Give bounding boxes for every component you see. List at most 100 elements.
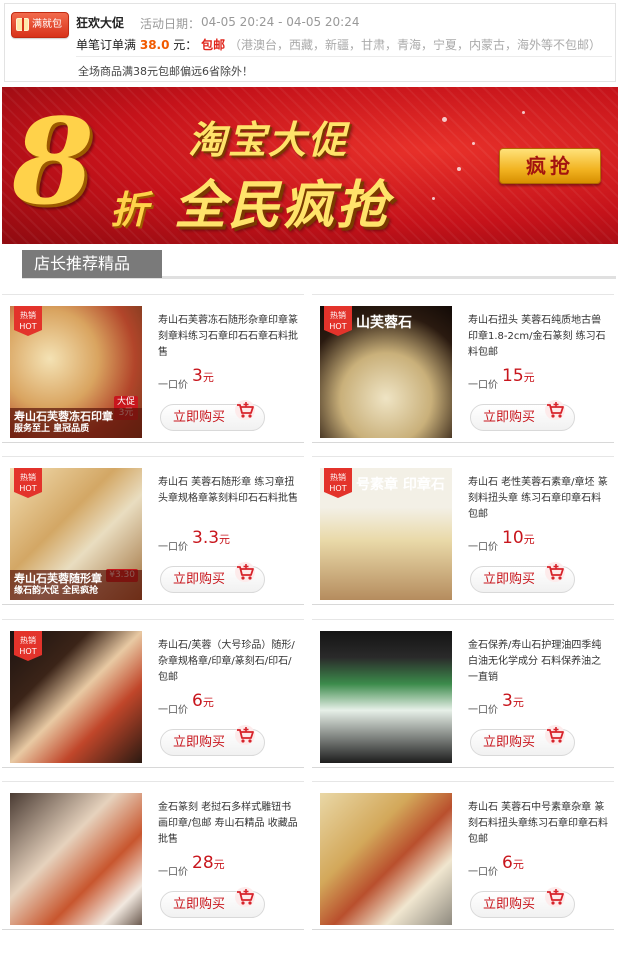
card-divider [2, 767, 304, 768]
price-unit: 元 [202, 696, 214, 709]
product-image[interactable]: 热销 HOT 山芙蓉石 [320, 306, 452, 438]
product-image[interactable]: 热销 HOT ¥3.30 寿山石芙蓉随形章 缘石韵大促 全民疯抢 [10, 468, 142, 600]
cart-icon [545, 887, 565, 907]
promo-rule-prefix: 单笔订单满 [76, 38, 137, 52]
buy-now-button[interactable]: 立即购买 [470, 725, 575, 756]
hot-badge-cn: 热销 [20, 473, 36, 482]
banner-headline: 淘宝大促 [188, 118, 349, 162]
buy-now-button[interactable]: 立即购买 [160, 887, 265, 918]
card-divider [2, 442, 304, 443]
product-card: 热销 HOT 号素章 印章石 寿山石 老性芙蓉石素章/章坯 篆刻料扭头章 练习石… [312, 456, 614, 606]
promo-date: 04-05 20:24 - 04-05 20:24 [201, 15, 360, 29]
thumb-price-tag-line1: 大促 [116, 397, 135, 407]
hot-badge-cn: 热销 [330, 473, 346, 482]
sparkle-icon [432, 197, 435, 200]
hot-badge-icon: 热销 HOT [14, 631, 42, 661]
buy-now-button[interactable]: 立即购买 [470, 562, 575, 593]
thumb-caption: 寿山石芙蓉随形章 缘石韵大促 全民疯抢 [10, 570, 142, 600]
price-label: 一口价 [468, 380, 498, 391]
sparkle-icon [442, 117, 447, 122]
buy-now-label: 立即购买 [483, 572, 536, 587]
cart-icon [545, 562, 565, 582]
product-card: 金石篆刻 老挝石多样式雕钮书画印章/包邮 寿山石精品 收藏品批售 一口价 28元… [2, 781, 304, 931]
sale-banner[interactable]: 8 折 淘宝大促 全民疯抢 疯抢 [2, 87, 618, 244]
card-divider [312, 929, 614, 930]
price-label: 一口价 [468, 867, 498, 878]
promo-title: 狂欢大促 [76, 16, 125, 30]
hot-badge-en: HOT [19, 484, 37, 493]
card-divider [2, 294, 304, 295]
product-title[interactable]: 金石保养/寿山石护理油四季纯白油无化学成分 石料保养油之一直销 [468, 638, 608, 686]
gift-icon [16, 18, 29, 31]
thumb-caption-line1: 寿山石芙蓉冻石印章 [14, 410, 113, 423]
buy-now-label: 立即购买 [173, 897, 226, 912]
product-title[interactable]: 寿山石芙蓉冻石随形杂章印章篆刻章料练习石章印石石章石料批售 [158, 313, 298, 361]
price-amount: 6 [502, 853, 513, 873]
price-value: 6元 [192, 691, 214, 711]
hot-badge-icon: 热销 HOT [14, 306, 42, 336]
card-divider [312, 456, 614, 457]
product-title[interactable]: 金石篆刻 老挝石多样式雕钮书画印章/包邮 寿山石精品 收藏品批售 [158, 800, 298, 848]
product-title[interactable]: 寿山石扭头 芙蓉石纯质地古兽印章1.8-2cm/金石篆刻 练习石料包邮 [468, 313, 608, 361]
hot-badge-en: HOT [329, 484, 347, 493]
promo-free-shipping: 包邮 [201, 38, 226, 52]
product-title[interactable]: 寿山石 芙蓉石中号素章杂章 篆刻石料扭头章练习石章印章石料包邮 [468, 800, 608, 848]
price-value: 28元 [192, 853, 225, 873]
price-value: 10元 [502, 528, 535, 548]
product-image[interactable] [320, 793, 452, 925]
banner-subheadline: 全民疯抢 [174, 176, 391, 236]
buy-now-button[interactable]: 立即购买 [160, 562, 265, 593]
product-image[interactable] [10, 793, 142, 925]
thumb-top-text: 号素章 印章石 [356, 477, 445, 493]
product-image[interactable]: 热销 HOT 号素章 印章石 [320, 468, 452, 600]
hot-badge-cn: 热销 [20, 636, 36, 645]
price-unit: 元 [512, 858, 524, 871]
product-title[interactable]: 寿山石/芙蓉（大号珍品）随形/杂章规格章/印章/篆刻石/印石/包邮 [158, 638, 298, 686]
price-unit: 元 [202, 371, 214, 384]
card-divider [312, 619, 614, 620]
product-image[interactable] [320, 631, 452, 763]
product-card: 热销 HOT 寿山石/芙蓉（大号珍品）随形/杂章规格章/印章/篆刻石/印石/包邮… [2, 619, 304, 769]
price-value: 6元 [502, 853, 524, 873]
product-title[interactable]: 寿山石 老性芙蓉石素章/章坯 篆刻料扭头章 练习石章印章石料包邮 [468, 475, 608, 523]
card-divider [312, 767, 614, 768]
banner-discount-unit: 折 [110, 188, 149, 232]
thumb-caption: 寿山石芙蓉冻石印章 服务至上 皇冠品质 [10, 408, 142, 438]
product-card: 金石保养/寿山石护理油四季纯白油无化学成分 石料保养油之一直销 一口价 3元 立… [312, 619, 614, 769]
product-image[interactable]: 热销 HOT 大促 3元 寿山石芙蓉冻石印章 服务至上 皇冠品质 [10, 306, 142, 438]
price-unit: 元 [523, 371, 535, 384]
price-amount: 3 [192, 366, 203, 386]
price-amount: 3.3 [192, 528, 220, 548]
hot-badge-icon: 热销 HOT [324, 468, 352, 498]
free-shipping-badge: 满就包邮 [11, 12, 69, 54]
sparkle-icon [472, 142, 475, 145]
price-amount: 6 [192, 691, 203, 711]
hot-badge-cn: 热销 [330, 311, 346, 320]
promo-excluded-regions: （港澳台，西藏，新疆，甘肃，青海，宁夏，内蒙古，海外等不包邮） [228, 38, 601, 52]
banner-cta-button[interactable]: 疯抢 [499, 148, 601, 184]
buy-now-button[interactable]: 立即购买 [470, 887, 575, 918]
thumb-caption-line2: 服务至上 皇冠品质 [14, 424, 90, 434]
promo-rule: 单笔订单满 38.0 元： 包邮 （港澳台，西藏，新疆，甘肃，青海，宁夏，内蒙古… [76, 36, 601, 53]
card-divider [2, 929, 304, 930]
promo-date-label: 活动日期： [140, 17, 201, 31]
hot-badge-en: HOT [329, 322, 347, 331]
price-label: 一口价 [158, 542, 188, 553]
thumb-caption-line1: 寿山石芙蓉随形章 [14, 572, 102, 585]
price-value: 3.3元 [192, 528, 230, 548]
price-amount: 15 [502, 366, 524, 386]
buy-now-button[interactable]: 立即购买 [470, 400, 575, 431]
product-title[interactable]: 寿山石 芙蓉石随形章 练习章扭头章规格章篆刻料印石石料批售 [158, 475, 298, 523]
sparkle-icon [522, 111, 525, 114]
price-label: 一口价 [468, 705, 498, 716]
price-value: 3元 [192, 366, 214, 386]
product-image[interactable]: 热销 HOT [10, 631, 142, 763]
hot-badge-en: HOT [19, 647, 37, 656]
buy-now-button[interactable]: 立即购买 [160, 400, 265, 431]
price-amount: 28 [192, 853, 214, 873]
price-label: 一口价 [158, 380, 188, 391]
buy-now-button[interactable]: 立即购买 [160, 725, 265, 756]
hot-badge-cn: 热销 [20, 311, 36, 320]
price-value: 3元 [502, 691, 524, 711]
hot-badge-icon: 热销 HOT [14, 468, 42, 498]
